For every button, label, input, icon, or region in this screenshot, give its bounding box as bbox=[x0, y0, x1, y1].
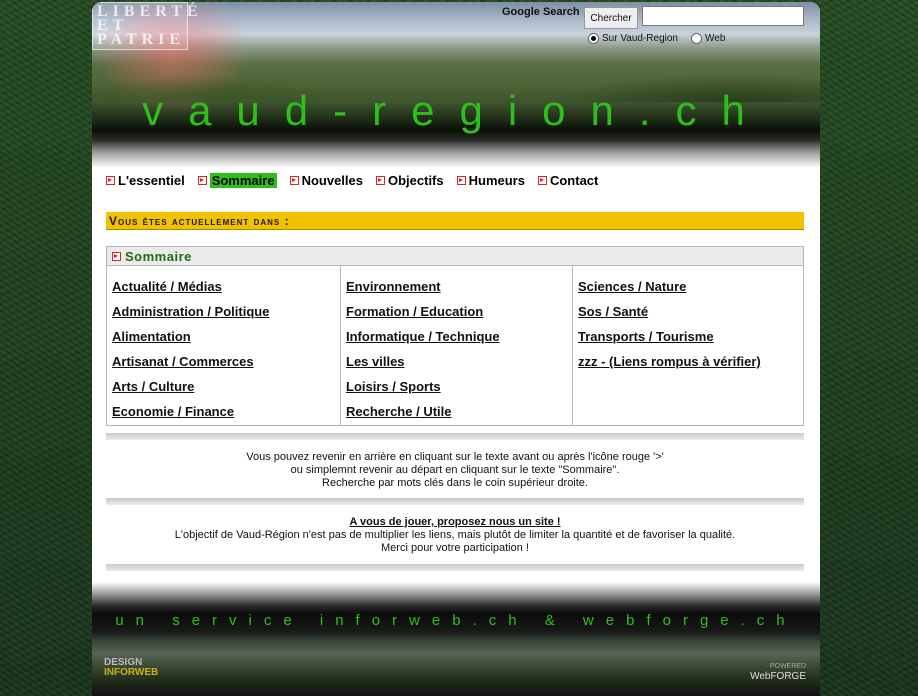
logo-line: PATRIE bbox=[97, 31, 186, 48]
arrow-marker-icon bbox=[456, 176, 466, 185]
category-column: Actualité / Médias Administration / Poli… bbox=[107, 266, 340, 426]
category-table: Sommaire Actualité / Médias Administrati… bbox=[106, 246, 804, 426]
inforweb-logo[interactable]: DESIGN INFORWEB bbox=[104, 658, 158, 678]
main-nav: L'essentiel Sommaire Nouvelles Objectifs… bbox=[106, 173, 611, 188]
category-link[interactable]: Formation / Education bbox=[346, 299, 572, 324]
radio-label: Web bbox=[705, 33, 726, 44]
help-line: Recherche par mots clés dans le coin sup… bbox=[322, 477, 588, 489]
radio-web[interactable]: Web bbox=[691, 33, 725, 44]
header-banner: LIBERTÉ ET PATRIE vaud-region.ch Google … bbox=[92, 2, 820, 168]
location-bar: Vous êtes actuellement dans : bbox=[106, 212, 804, 230]
footer-service-line[interactable]: un service inforweb.ch & webforge.ch bbox=[92, 612, 820, 629]
divider bbox=[106, 564, 804, 571]
logo-text: INFORWEB bbox=[104, 667, 159, 678]
category-heading[interactable]: Sommaire bbox=[107, 247, 803, 266]
category-link[interactable]: Environnement bbox=[346, 274, 572, 299]
help-line: ou simplemnt revenir au départ en cliqua… bbox=[290, 464, 620, 476]
category-link[interactable]: Administration / Politique bbox=[112, 299, 340, 324]
category-link[interactable]: Loisirs / Sports bbox=[346, 374, 572, 399]
category-link[interactable]: Sos / Santé bbox=[578, 299, 803, 324]
radio-label: Sur Vaud-Region bbox=[602, 33, 678, 44]
category-link[interactable]: Actualité / Médias bbox=[112, 274, 340, 299]
promo-line: L'objectif de Vaud-Région n'est pas de m… bbox=[174, 529, 736, 541]
category-link[interactable]: Economie / Finance bbox=[112, 399, 340, 424]
nav-item-objectifs[interactable]: Objectifs bbox=[375, 173, 444, 188]
radio-unselected-icon[interactable] bbox=[691, 33, 702, 44]
nav-label[interactable]: Nouvelles bbox=[302, 173, 363, 188]
promo-link[interactable]: A vous de jouer, proposez nous un site ! bbox=[106, 516, 804, 529]
category-link[interactable]: Artisanat / Commerces bbox=[112, 349, 340, 374]
arrow-marker-icon bbox=[112, 251, 121, 261]
logo-text: WebFORGE bbox=[750, 671, 806, 682]
nav-label[interactable]: Humeurs bbox=[469, 173, 525, 188]
arrow-marker-icon bbox=[197, 176, 207, 185]
nav-label[interactable]: Contact bbox=[550, 173, 598, 188]
nav-label[interactable]: L'essentiel bbox=[118, 173, 185, 188]
help-line: Vous pouvez revenir en arrière en cliqua… bbox=[246, 451, 664, 463]
category-link[interactable]: Transports / Tourisme bbox=[578, 324, 803, 349]
category-columns: Actualité / Médias Administration / Poli… bbox=[107, 266, 803, 426]
site-title: vaud-region.ch bbox=[142, 87, 770, 134]
footer-banner: un service inforweb.ch & webforge.ch DES… bbox=[92, 582, 820, 696]
category-link[interactable]: Recherche / Utile bbox=[346, 399, 572, 424]
category-link[interactable]: Informatique / Technique bbox=[346, 324, 572, 349]
category-link[interactable]: Alimentation bbox=[112, 324, 340, 349]
location-label: Vous êtes actuellement dans : bbox=[109, 214, 290, 228]
category-link[interactable]: zzz - (Liens rompus à vérifier) bbox=[578, 349, 803, 374]
category-link[interactable]: Les villes bbox=[346, 349, 572, 374]
radio-selected-icon[interactable] bbox=[588, 33, 599, 44]
arrow-marker-icon bbox=[537, 176, 547, 185]
search-button[interactable]: Chercher bbox=[584, 7, 638, 29]
search-input[interactable] bbox=[642, 6, 804, 26]
promo-line: Merci pour votre participation ! bbox=[381, 542, 529, 554]
liberte-logo: LIBERTÉ ET PATRIE bbox=[92, 2, 198, 50]
divider bbox=[106, 498, 804, 505]
arrow-marker-icon bbox=[289, 176, 299, 185]
page-container: LIBERTÉ ET PATRIE vaud-region.ch Google … bbox=[92, 2, 820, 696]
webforge-logo[interactable]: POWERED WebFORGE bbox=[750, 662, 806, 682]
nav-item-humeurs[interactable]: Humeurs bbox=[456, 173, 525, 188]
category-link[interactable]: Arts / Culture bbox=[112, 374, 340, 399]
nav-item-nouvelles[interactable]: Nouvelles bbox=[289, 173, 363, 188]
nav-label[interactable]: Sommaire bbox=[209, 173, 277, 188]
divider bbox=[106, 433, 804, 440]
nav-label[interactable]: Objectifs bbox=[388, 173, 444, 188]
nav-item-essentiel[interactable]: L'essentiel bbox=[106, 173, 185, 188]
nav-item-contact[interactable]: Contact bbox=[537, 173, 598, 188]
arrow-marker-icon bbox=[375, 176, 385, 185]
category-column: Sciences / Nature Sos / Santé Transports… bbox=[572, 266, 803, 426]
nav-item-sommaire[interactable]: Sommaire bbox=[197, 173, 277, 188]
help-text: Vous pouvez revenir en arrière en cliqua… bbox=[106, 451, 804, 490]
category-column: Environnement Formation / Education Info… bbox=[340, 266, 572, 426]
category-link[interactable]: Sciences / Nature bbox=[578, 274, 803, 299]
arrow-marker-icon bbox=[106, 176, 115, 185]
google-search-label: Google Search bbox=[502, 6, 580, 18]
radio-vaud-region[interactable]: Sur Vaud-Region bbox=[588, 33, 678, 44]
category-heading-label[interactable]: Sommaire bbox=[125, 249, 192, 264]
promo-text: A vous de jouer, proposez nous un site !… bbox=[106, 516, 804, 555]
